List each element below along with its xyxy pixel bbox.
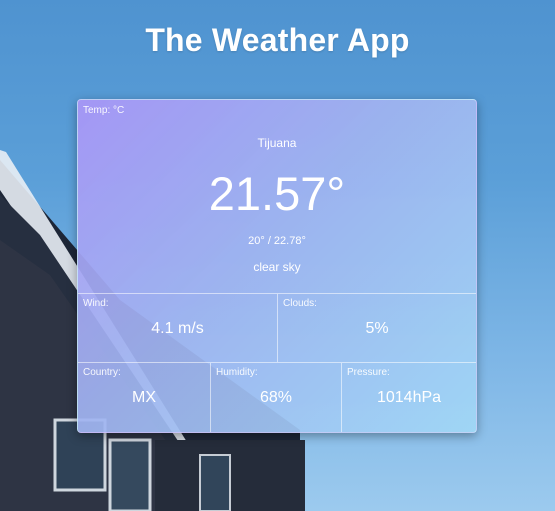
country-value: MX xyxy=(132,389,156,406)
weather-card: Temp: °C Tijuana 21.57° 20° / 22.78° cle… xyxy=(77,99,477,433)
humidity-label: Humidity: xyxy=(216,367,258,378)
current-temperature: 21.57° xyxy=(208,167,346,220)
humidity-cell: Humidity: 68% xyxy=(210,363,341,432)
country-label: Country: xyxy=(83,367,121,378)
pressure-value: 1014hPa xyxy=(376,389,442,406)
clouds-cell: Clouds: 5% xyxy=(277,294,476,362)
current-weather-panel: Temp: °C Tijuana 21.57° 20° / 22.78° cle… xyxy=(78,100,476,293)
app-title: The Weather App xyxy=(145,22,410,58)
country-cell: Country: MX xyxy=(78,363,210,432)
details-row-1: Wind: 4.1 m/s Clouds: 5% xyxy=(78,293,476,362)
pressure-cell: Pressure: 1014hPa xyxy=(341,363,476,432)
clouds-value: 5% xyxy=(365,320,389,337)
temperature-range: 20° / 22.78° xyxy=(248,235,306,247)
pressure-label: Pressure: xyxy=(347,367,390,378)
wind-label: Wind: xyxy=(83,298,109,309)
wind-cell: Wind: 4.1 m/s xyxy=(78,294,277,362)
units-label[interactable]: Temp: °C xyxy=(83,105,124,116)
clouds-label: Clouds: xyxy=(283,298,317,309)
humidity-value: 68% xyxy=(259,389,293,406)
wind-value: 4.1 m/s xyxy=(151,320,204,337)
city-name: Tijuana xyxy=(257,136,297,150)
details-row-2: Country: MX Humidity: 68% Pressure: 1014… xyxy=(78,362,476,432)
weather-description: clear sky xyxy=(253,260,301,274)
